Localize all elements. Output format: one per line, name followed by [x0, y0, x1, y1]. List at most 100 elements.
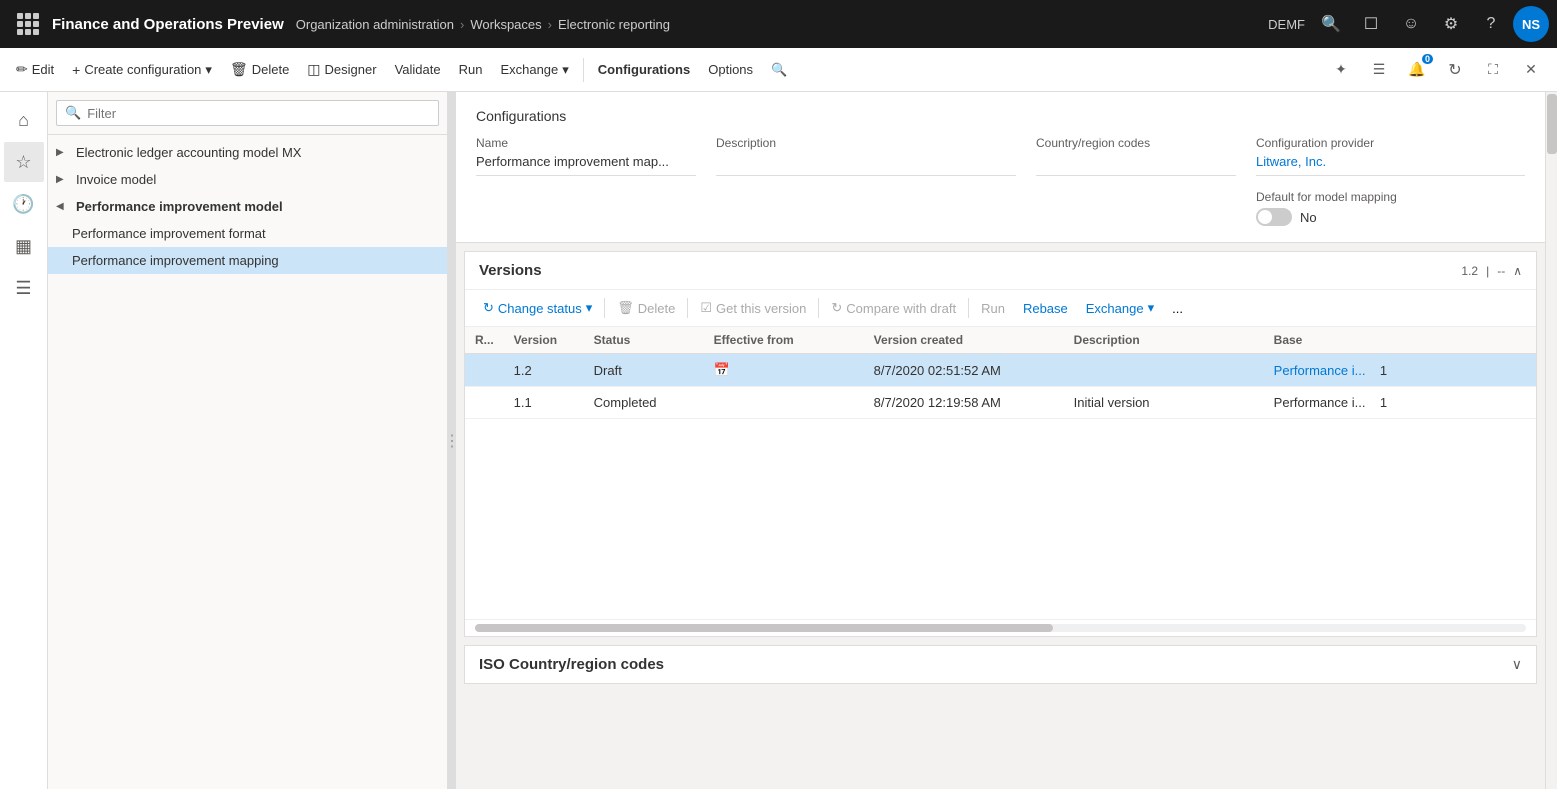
settings-button[interactable]: ⚙: [1433, 6, 1469, 42]
cell-version-2: 1.1: [504, 387, 584, 419]
version-dash: --: [1497, 264, 1505, 278]
h-scroll-area[interactable]: [465, 619, 1536, 636]
tree-item-3[interactable]: Performance improvement format: [48, 220, 447, 247]
search-icon: 🔍: [771, 62, 787, 78]
tree-item-label-3: Performance improvement format: [72, 226, 439, 241]
model-map-toggle[interactable]: [1256, 208, 1292, 226]
table-row-1[interactable]: 1.2 Draft 📅 8/7/2020 02:51:52 AM Perform…: [465, 354, 1536, 387]
cell-desc-2: Initial version: [1064, 387, 1264, 419]
nav-workspaces[interactable]: ☰: [4, 268, 44, 308]
filter-input-wrap[interactable]: 🔍: [56, 100, 439, 126]
col-base[interactable]: Base: [1264, 327, 1536, 354]
country-value[interactable]: [1036, 152, 1236, 176]
tree-item-2[interactable]: ◀ Performance improvement model: [48, 193, 447, 220]
nav-favorites[interactable]: ☆: [4, 142, 44, 182]
cell-base-2: Performance i... 1: [1264, 387, 1536, 419]
col-effective-from[interactable]: Effective from: [704, 327, 864, 354]
breadcrumb-item-2[interactable]: Workspaces: [470, 17, 541, 32]
col-version-created[interactable]: Version created: [864, 327, 1064, 354]
v-sep-4: [968, 298, 969, 318]
run-button[interactable]: Run: [451, 58, 491, 81]
main-layout: ⌂ ☆ 🕐 ▦ ☰ 🔍 ▶ Electronic ledger accounti…: [0, 92, 1557, 789]
tree-item-4[interactable]: Performance improvement mapping: [48, 247, 447, 274]
expand-icon-0: ▶: [56, 147, 72, 158]
description-value[interactable]: [716, 152, 1016, 176]
validate-button[interactable]: Validate: [387, 58, 449, 81]
content-area: Configurations Name Performance improvem…: [456, 92, 1545, 789]
cell-status-2: Completed: [584, 387, 704, 419]
iso-section: ISO Country/region codes ∨: [464, 645, 1537, 684]
expand-icon-2: ◀: [56, 201, 72, 212]
versions-delete-button[interactable]: 🗑 Delete: [609, 296, 683, 320]
create-config-button[interactable]: + Create configuration ▾: [64, 58, 220, 82]
toolbar-search-button[interactable]: 🔍: [763, 58, 795, 82]
delete-button[interactable]: 🗑 Delete: [222, 57, 297, 82]
name-label: Name: [476, 136, 696, 150]
country-field-group: Country/region codes: [1036, 136, 1236, 176]
vertical-splitter[interactable]: [448, 92, 456, 789]
base-link-1[interactable]: Performance i...: [1274, 363, 1366, 378]
country-label: Country/region codes: [1036, 136, 1236, 150]
model-map-section: Default for model mapping No: [1256, 190, 1525, 226]
rebase-button[interactable]: Rebase: [1015, 297, 1076, 320]
v-sep-3: [818, 298, 819, 318]
nav-home[interactable]: ⌂: [4, 100, 44, 140]
help-button[interactable]: ?: [1473, 6, 1509, 42]
cell-r-1: [465, 354, 504, 387]
provider-value[interactable]: Litware, Inc.: [1256, 152, 1525, 176]
collapse-icon[interactable]: ∧: [1513, 264, 1522, 278]
col-version[interactable]: Version: [504, 327, 584, 354]
edit-button[interactable]: ✏ Edit: [8, 57, 62, 82]
name-field-group: Name Performance improvement map...: [476, 136, 696, 176]
view-button[interactable]: ☰: [1361, 52, 1397, 88]
pin-icon-button[interactable]: ✦: [1323, 52, 1359, 88]
versions-run-button[interactable]: Run: [973, 297, 1013, 320]
main-toolbar: ✏ Edit + Create configuration ▾ 🗑 Delete…: [0, 48, 1557, 92]
nav-recent[interactable]: 🕐: [4, 184, 44, 224]
get-version-button[interactable]: ☑ Get this version: [692, 296, 814, 320]
change-status-button[interactable]: ↻ Change status ▾: [475, 296, 600, 320]
options-button[interactable]: Options: [700, 58, 761, 81]
name-value[interactable]: Performance improvement map...: [476, 152, 696, 176]
filter-input[interactable]: [87, 106, 430, 121]
versions-more-button[interactable]: ...: [1164, 297, 1191, 320]
scrollbar-thumb[interactable]: [1547, 94, 1557, 154]
base-text-2: Performance i...: [1274, 395, 1366, 410]
top-nav-right: DEMF 🔍 ☐ ☺ ⚙ ? NS: [1268, 6, 1549, 42]
versions-title: Versions: [479, 262, 542, 279]
app-menu-button[interactable]: [8, 0, 48, 48]
fullscreen-button[interactable]: ⛶: [1475, 52, 1511, 88]
h-scroll-thumb[interactable]: [475, 624, 1053, 632]
configurations-button[interactable]: Configurations: [590, 58, 698, 81]
user-avatar[interactable]: NS: [1513, 6, 1549, 42]
base-num-1: 1: [1380, 363, 1387, 378]
versions-meta: 1.2 | -- ∧: [1461, 264, 1522, 278]
plus-icon: +: [72, 62, 80, 78]
tree-item-1[interactable]: ▶ Invoice model: [48, 166, 447, 193]
breadcrumb-item-3[interactable]: Electronic reporting: [558, 17, 670, 32]
refresh-button[interactable]: ↻: [1437, 52, 1473, 88]
compare-draft-button[interactable]: ↻ Compare with draft: [823, 296, 964, 320]
right-scrollbar[interactable]: [1545, 92, 1557, 789]
close-button[interactable]: ✕: [1513, 52, 1549, 88]
exchange-button[interactable]: Exchange ▾: [492, 58, 576, 82]
cell-created-1: 8/7/2020 02:51:52 AM: [864, 354, 1064, 387]
col-description[interactable]: Description: [1064, 327, 1264, 354]
iso-collapse-icon[interactable]: ∨: [1512, 656, 1522, 673]
versions-exchange-button[interactable]: Exchange ▾: [1078, 296, 1162, 320]
detail-fields: Name Performance improvement map... Desc…: [476, 136, 1525, 226]
col-status[interactable]: Status: [584, 327, 704, 354]
detail-section-title: Configurations: [476, 108, 1525, 124]
tree-item-0[interactable]: ▶ Electronic ledger accounting model MX: [48, 139, 447, 166]
table-row-2[interactable]: 1.1 Completed 8/7/2020 12:19:58 AM Initi…: [465, 387, 1536, 419]
top-nav: Finance and Operations Preview Organizat…: [0, 0, 1557, 48]
smiley-button[interactable]: ☺: [1393, 6, 1429, 42]
cell-desc-1: [1064, 354, 1264, 387]
base-num-2: 1: [1380, 395, 1387, 410]
notification-button[interactable]: ☐: [1353, 6, 1389, 42]
breadcrumb-item-1[interactable]: Organization administration: [296, 17, 454, 32]
nav-modules[interactable]: ▦: [4, 226, 44, 266]
description-label: Description: [716, 136, 1016, 150]
designer-button[interactable]: ◫ Designer: [299, 57, 384, 82]
search-button[interactable]: 🔍: [1313, 6, 1349, 42]
